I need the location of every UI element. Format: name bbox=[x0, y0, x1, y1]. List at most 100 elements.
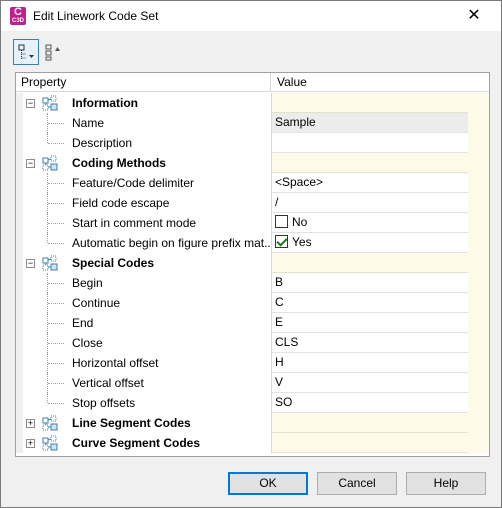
property-value: V bbox=[275, 375, 284, 389]
row-gutter bbox=[16, 213, 23, 233]
property-value-cell[interactable]: Yes bbox=[271, 233, 468, 253]
alphabetical-view-button[interactable] bbox=[41, 39, 67, 65]
property-label: Stop offsets bbox=[72, 396, 136, 410]
property-label: Feature/Code delimiter bbox=[72, 176, 195, 190]
property-value-cell[interactable]: E bbox=[271, 313, 468, 333]
collapse-icon[interactable]: − bbox=[26, 159, 35, 168]
category-icon bbox=[42, 155, 58, 173]
cancel-button[interactable]: Cancel bbox=[317, 472, 397, 495]
property-value: / bbox=[275, 195, 279, 209]
row-gutter bbox=[16, 393, 23, 413]
expand-icon[interactable]: + bbox=[26, 419, 35, 428]
category-row[interactable]: − Special Codes bbox=[16, 253, 489, 273]
value-column-header[interactable]: Value bbox=[272, 73, 472, 92]
property-value-cell[interactable]: C bbox=[271, 293, 468, 313]
close-button[interactable]: ✕ bbox=[451, 1, 497, 31]
property-row[interactable]: End E bbox=[16, 313, 489, 333]
category-row[interactable]: − Information bbox=[16, 93, 489, 113]
row-gutter bbox=[16, 273, 23, 293]
property-name-cell[interactable]: Description bbox=[23, 133, 271, 153]
dialog-title: Edit Linework Code Set bbox=[33, 9, 159, 23]
row-gutter bbox=[16, 413, 23, 433]
category-label: Special Codes bbox=[72, 256, 155, 270]
property-name-cell[interactable]: − Information bbox=[23, 93, 271, 113]
categorized-view-button[interactable] bbox=[13, 39, 39, 65]
row-gutter bbox=[16, 113, 23, 133]
property-value: <Space> bbox=[275, 175, 324, 189]
property-label: Begin bbox=[72, 276, 103, 290]
property-name-cell[interactable]: Close bbox=[23, 333, 271, 353]
expand-icon[interactable]: + bbox=[26, 439, 35, 448]
property-name-cell[interactable]: Automatic begin on figure prefix mat... bbox=[23, 233, 271, 253]
property-value-cell[interactable]: B bbox=[271, 273, 468, 293]
property-name-cell[interactable]: Feature/Code delimiter bbox=[23, 173, 271, 193]
property-row[interactable]: Start in comment mode No bbox=[16, 213, 489, 233]
property-name-cell[interactable]: Name bbox=[23, 113, 271, 133]
property-row[interactable]: Begin B bbox=[16, 273, 489, 293]
row-gutter bbox=[16, 313, 23, 333]
property-row[interactable]: Automatic begin on figure prefix mat... Y… bbox=[16, 233, 489, 253]
property-value-cell[interactable]: <Space> bbox=[271, 173, 468, 193]
property-value-cell[interactable]: / bbox=[271, 193, 468, 213]
property-value-cell[interactable]: V bbox=[271, 373, 468, 393]
property-row[interactable]: Close CLS bbox=[16, 333, 489, 353]
property-value-cell[interactable]: Sample bbox=[271, 113, 468, 133]
property-label: End bbox=[72, 316, 94, 330]
property-row[interactable]: Name Sample bbox=[16, 113, 489, 133]
row-gutter bbox=[16, 93, 23, 113]
property-name-cell[interactable]: + Curve Segment Codes bbox=[23, 433, 271, 453]
row-right-pad bbox=[468, 353, 489, 373]
category-icon bbox=[42, 415, 58, 433]
property-row[interactable]: Stop offsets SO bbox=[16, 393, 489, 413]
row-right-pad bbox=[468, 313, 489, 333]
row-right-pad bbox=[468, 253, 489, 273]
tree-line bbox=[48, 143, 64, 144]
property-value: E bbox=[275, 315, 284, 329]
property-value-cell[interactable]: H bbox=[271, 353, 468, 373]
toolbar bbox=[1, 31, 501, 69]
row-right-pad bbox=[468, 213, 489, 233]
row-right-pad bbox=[468, 173, 489, 193]
property-value: SO bbox=[275, 395, 293, 409]
property-row[interactable]: Description bbox=[16, 133, 489, 153]
collapse-icon[interactable]: − bbox=[26, 99, 35, 108]
property-name-cell[interactable]: Start in comment mode bbox=[23, 213, 271, 233]
property-name-cell[interactable]: Field code escape bbox=[23, 193, 271, 213]
property-row[interactable]: Feature/Code delimiter <Space> bbox=[16, 173, 489, 193]
property-value-cell[interactable] bbox=[271, 133, 468, 153]
property-column-header[interactable]: Property bbox=[16, 73, 271, 92]
collapse-icon[interactable]: − bbox=[26, 259, 35, 268]
alphabetical-view-icon bbox=[45, 44, 60, 61]
property-value-cell[interactable]: SO bbox=[271, 393, 468, 413]
category-label: Coding Methods bbox=[72, 156, 166, 170]
row-right-pad bbox=[468, 93, 489, 113]
category-row[interactable]: − Coding Methods bbox=[16, 153, 489, 173]
property-name-cell[interactable]: Horizontal offset bbox=[23, 353, 271, 373]
category-row[interactable]: + Line Segment Codes bbox=[16, 413, 489, 433]
ok-button[interactable]: OK bbox=[228, 472, 308, 495]
property-name-cell[interactable]: − Coding Methods bbox=[23, 153, 271, 173]
property-name-cell[interactable]: − Special Codes bbox=[23, 253, 271, 273]
property-name-cell[interactable]: End bbox=[23, 313, 271, 333]
property-name-cell[interactable]: Begin bbox=[23, 273, 271, 293]
help-button[interactable]: Help bbox=[406, 472, 486, 495]
property-label: Start in comment mode bbox=[72, 216, 197, 230]
property-name-cell[interactable]: Continue bbox=[23, 293, 271, 313]
unchecked-checkbox[interactable] bbox=[275, 215, 288, 229]
property-row[interactable]: Continue C bbox=[16, 293, 489, 313]
property-row[interactable]: Field code escape / bbox=[16, 193, 489, 213]
row-right-pad bbox=[468, 393, 489, 413]
property-name-cell[interactable]: Stop offsets bbox=[23, 393, 271, 413]
property-row[interactable]: Vertical offset V bbox=[16, 373, 489, 393]
property-value-cell[interactable]: No bbox=[271, 213, 468, 233]
row-right-pad bbox=[468, 333, 489, 353]
property-name-cell[interactable]: Vertical offset bbox=[23, 373, 271, 393]
checked-checkbox[interactable] bbox=[275, 235, 288, 249]
property-row[interactable]: Horizontal offset H bbox=[16, 353, 489, 373]
property-value: B bbox=[275, 275, 284, 289]
property-name-cell[interactable]: + Line Segment Codes bbox=[23, 413, 271, 433]
category-row[interactable]: + Curve Segment Codes bbox=[16, 433, 489, 453]
category-label: Line Segment Codes bbox=[72, 416, 191, 430]
property-value: Sample bbox=[275, 115, 316, 129]
property-value-cell[interactable]: CLS bbox=[271, 333, 468, 353]
